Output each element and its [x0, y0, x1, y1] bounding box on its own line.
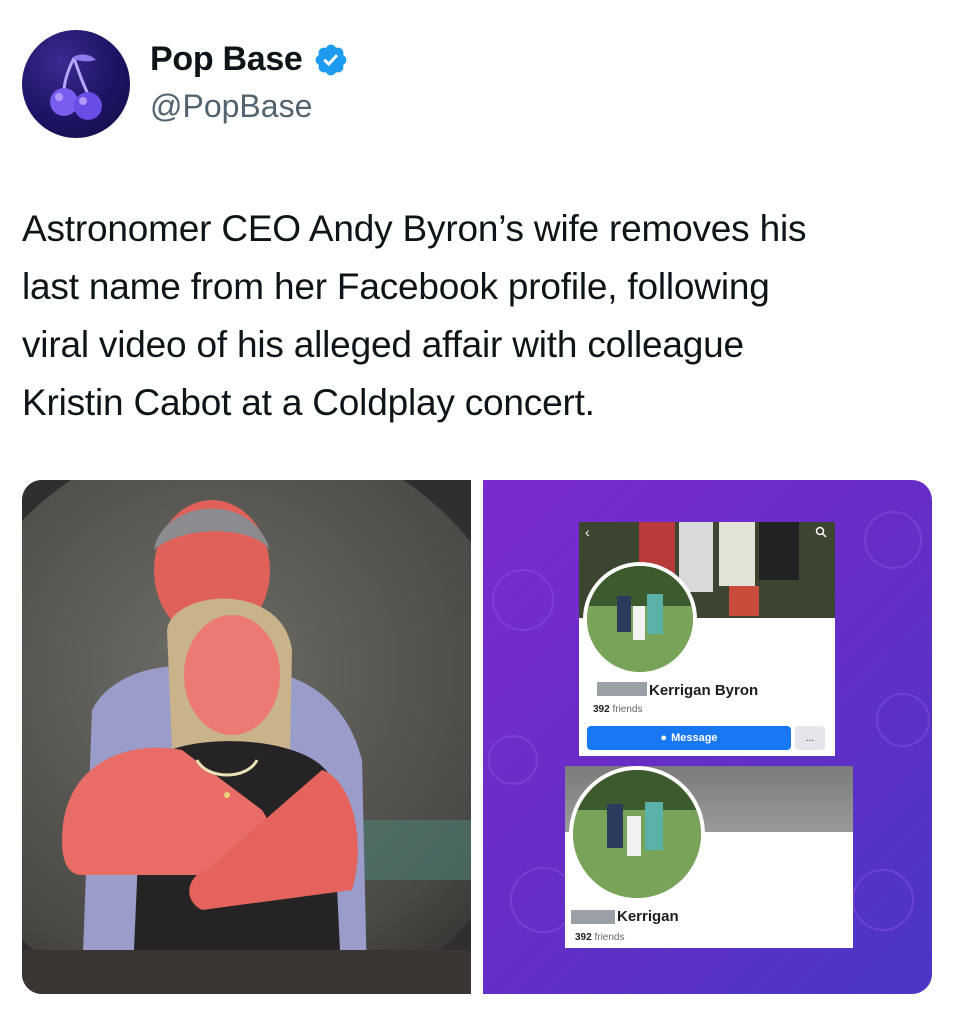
friends-count: 392 friends: [575, 932, 624, 943]
concert-photo-illustration: [22, 480, 471, 994]
author-name[interactable]: Pop Base: [150, 40, 303, 79]
redacted-first-name: [571, 910, 615, 924]
redacted-first-name: [597, 682, 647, 696]
message-button-label: Message: [671, 732, 718, 744]
concert-photo[interactable]: [22, 480, 471, 994]
author-avatar[interactable]: [22, 30, 130, 138]
author-handle[interactable]: @PopBase: [150, 88, 312, 125]
message-button[interactable]: ● Message: [587, 726, 791, 750]
friends-count-number: 392: [575, 932, 592, 943]
cherry-icon: [50, 54, 102, 120]
profile-name: Kerrigan: [617, 908, 679, 925]
tweet-media[interactable]: ‹ Kerrigan Byron 392 friends ● Message .…: [22, 480, 932, 994]
more-options-button[interactable]: ...: [795, 726, 825, 750]
tweet-text-line: viral video of his alleged affair with c…: [22, 324, 744, 365]
back-arrow-icon[interactable]: ‹: [585, 524, 590, 540]
friends-count-number: 392: [593, 704, 610, 715]
verified-badge-icon: [315, 44, 346, 75]
profile-picture: [569, 766, 705, 902]
search-icon[interactable]: [815, 526, 827, 538]
tweet-text: Astronomer CEO Andy Byron’s wife removes…: [22, 200, 932, 432]
tweet-text-line: Kristin Cabot at a Coldplay concert.: [22, 382, 595, 423]
facebook-comparison-panel[interactable]: ‹ Kerrigan Byron 392 friends ● Message .…: [483, 480, 932, 994]
tweet-text-line: Astronomer CEO Andy Byron’s wife removes…: [22, 208, 807, 249]
friends-label: friends: [612, 704, 643, 715]
friends-count: 392 friends: [593, 704, 642, 715]
author-name-row: Pop Base: [150, 40, 349, 79]
tweet-text-line: last name from her Facebook profile, fol…: [22, 266, 770, 307]
facebook-profile-after: Kerrigan 392 friends: [565, 766, 853, 948]
facebook-profile-before: ‹ Kerrigan Byron 392 friends ● Message .…: [579, 522, 835, 756]
friends-label: friends: [594, 932, 625, 943]
messenger-icon: ●: [660, 732, 668, 744]
profile-name: Kerrigan Byron: [649, 682, 759, 699]
profile-picture: [583, 562, 697, 676]
